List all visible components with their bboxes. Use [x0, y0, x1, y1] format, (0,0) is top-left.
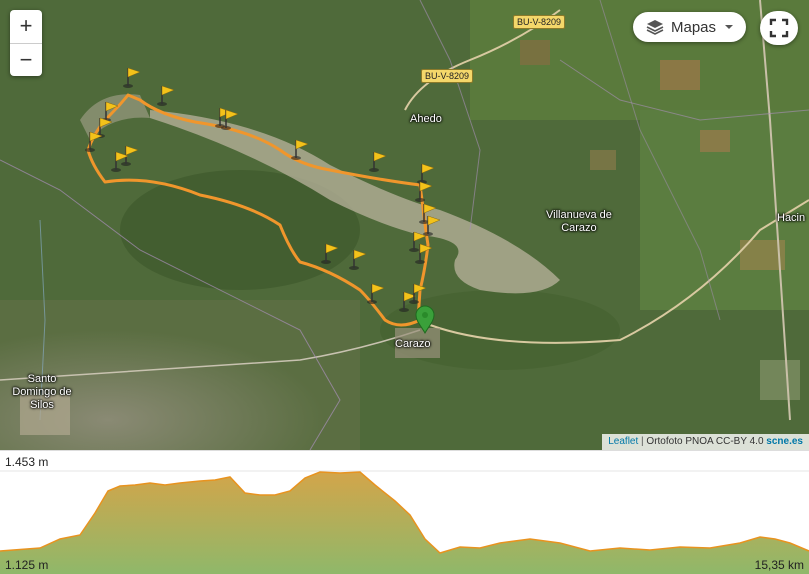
start-marker-icon[interactable] [413, 304, 437, 334]
place-carazo: Carazo [395, 338, 431, 350]
map-attribution: Leaflet | Ortofoto PNOA CC-BY 4.0 scne.e… [602, 434, 809, 450]
layers-label: Mapas [671, 18, 717, 36]
map-view[interactable]: BU-V-8209 BU-V-8209 Ahedo Villanueva de … [0, 0, 809, 450]
fullscreen-button[interactable] [760, 11, 798, 45]
min-elevation-label: 1.125 m [5, 558, 49, 572]
zoom-control: + − [10, 10, 42, 76]
max-elevation-label: 1.453 m [5, 455, 49, 469]
place-santo-line3: Silos [30, 399, 54, 411]
place-hacin: Hacin [777, 212, 806, 224]
chevron-down-icon [725, 25, 734, 29]
scne-link[interactable]: scne.es [766, 436, 803, 447]
place-villanueva-line1: Villanueva de [546, 209, 612, 221]
road-shield-mid: BU-V-8209 [421, 69, 474, 83]
road-shield-top: BU-V-8209 [513, 15, 566, 29]
attribution-text: Ortofoto PNOA CC-BY 4.0 [646, 436, 767, 447]
elevation-profile[interactable]: 1.453 m 1.125 m 15,35 km [0, 450, 809, 574]
place-ahedo: Ahedo [410, 113, 442, 125]
place-santo-domingo-de-silos: Santo Domingo de Silos [5, 373, 79, 412]
elevation-profile-chart [0, 470, 809, 574]
place-santo-line1: Santo [27, 373, 57, 385]
elevation-area [0, 472, 809, 574]
leaflet-link[interactable]: Leaflet [608, 436, 638, 447]
zoom-in-button[interactable]: + [10, 10, 42, 44]
fullscreen-icon [769, 18, 789, 38]
waypoint-flags [84, 67, 441, 313]
map-layers-dropdown[interactable]: Mapas [633, 12, 746, 42]
place-santo-line2: Domingo de [12, 386, 72, 398]
layers-icon [646, 20, 664, 35]
distance-label: 15,35 km [754, 558, 804, 572]
zoom-out-button[interactable]: − [10, 44, 42, 76]
place-villanueva-line2: Carazo [561, 222, 597, 234]
place-villanueva-de-carazo: Villanueva de Carazo [546, 209, 612, 235]
